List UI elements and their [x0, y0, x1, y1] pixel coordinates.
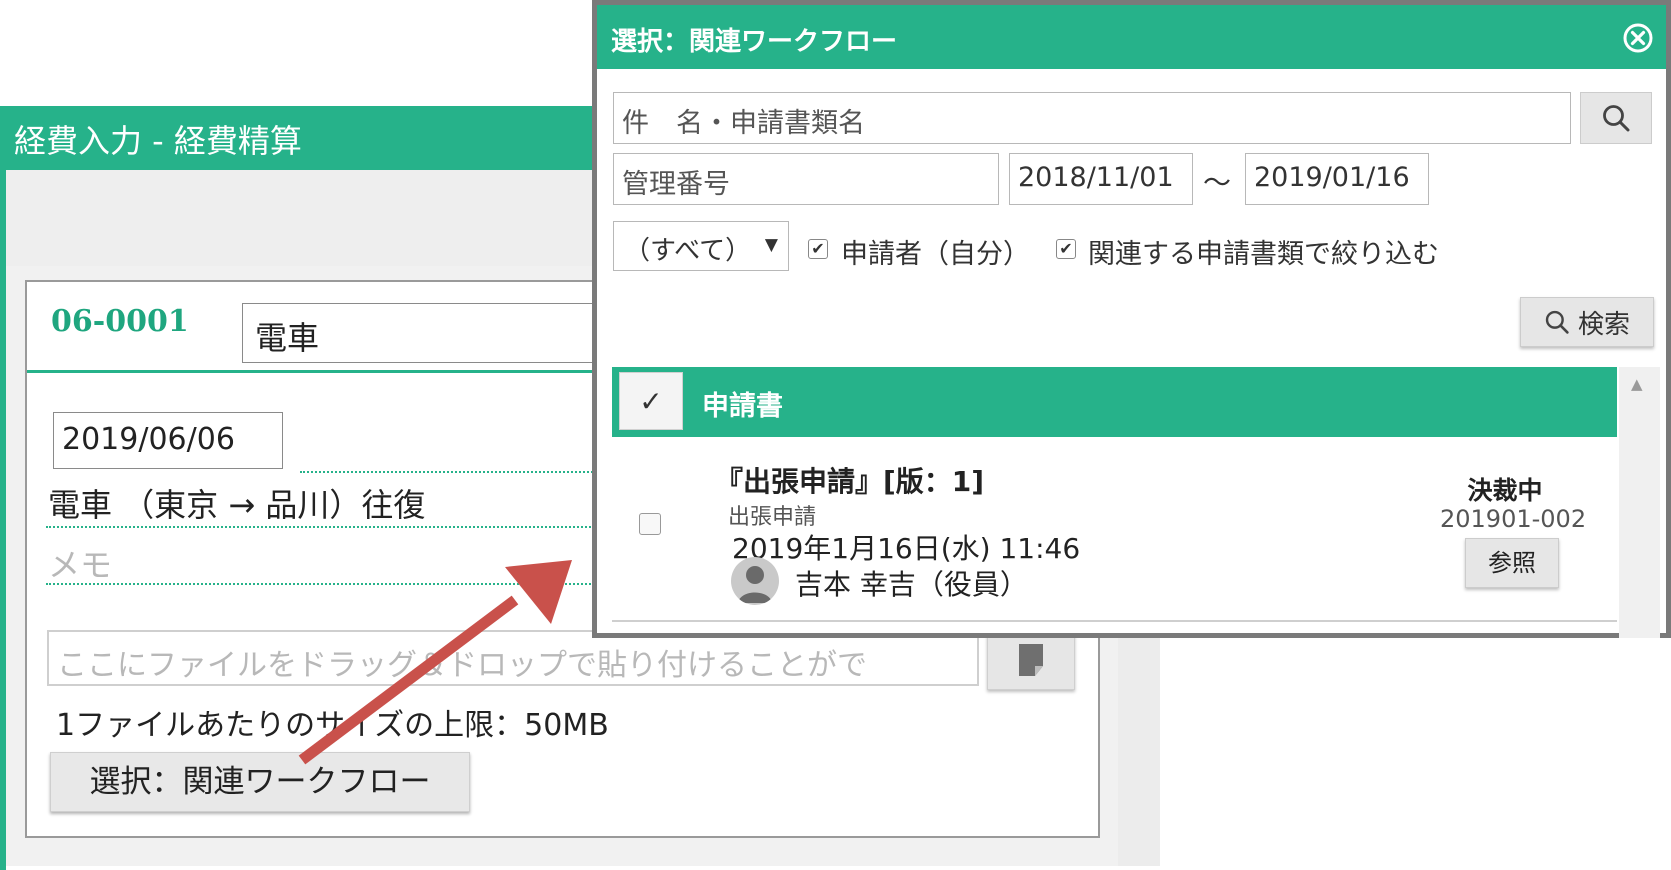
memo-field[interactable]: メモ	[48, 540, 112, 586]
date-to-input[interactable]: 2019/01/16	[1245, 153, 1429, 205]
row-doc-number: 201901-002	[1440, 505, 1587, 533]
memo-dotted-rule	[46, 583, 622, 585]
select-related-workflow-button[interactable]: 選択：関連ワークフロー	[50, 752, 470, 812]
select-all-checkbox[interactable]: ✓	[619, 372, 683, 430]
search-icon	[1603, 105, 1630, 132]
list-scrollbar[interactable]: ▲	[1619, 367, 1660, 638]
view-button[interactable]: 参照	[1465, 538, 1559, 588]
route-text[interactable]: 電車 （東京 → 品川）往復	[48, 480, 425, 526]
type-select[interactable]: （すべて） ▼	[613, 221, 789, 271]
close-icon[interactable]	[1622, 22, 1654, 54]
related-filter-checkbox[interactable]: ✔	[1056, 239, 1076, 259]
scroll-up-icon[interactable]: ▲	[1631, 375, 1643, 393]
search-icon	[1545, 310, 1569, 334]
file-size-limit: 1ファイルあたりのサイズの上限：50MB	[56, 708, 609, 743]
list-header-label: 申請書	[702, 391, 783, 422]
row-title[interactable]: 『出張申請』[版：1]	[715, 460, 984, 500]
attach-file-button[interactable]	[987, 630, 1075, 690]
search-button-label: 検索	[1577, 309, 1630, 340]
dropdown-arrow-icon: ▼	[764, 235, 778, 255]
expense-date-input[interactable]: 2019/06/06	[53, 412, 283, 469]
avatar	[731, 557, 779, 605]
attach-icon	[1019, 644, 1043, 676]
route-dotted-rule	[46, 526, 622, 528]
file-dropzone[interactable]: ここにファイルをドラッグ＆ドロップで貼り付けることがで	[47, 630, 979, 686]
expense-code: 06-0001	[51, 304, 189, 339]
related-workflow-dialog: 選択：関連ワークフロー 件 名・申請書類名 管理番号 2018/11/01 ～ …	[592, 0, 1671, 638]
expense-window-title: 経費入力 - 経費精算	[14, 122, 302, 160]
date-range-separator: ～	[1203, 166, 1232, 199]
window-left-edge	[0, 170, 6, 870]
status-badge: 決裁中	[1467, 476, 1543, 505]
related-filter-label: 関連する申請書類で絞り込む	[1088, 239, 1439, 270]
dialog-titlebar: 選択：関連ワークフロー	[597, 5, 1666, 69]
applicant-self-label: 申請者（自分）	[841, 239, 1030, 270]
subject-search-button[interactable]	[1580, 92, 1652, 144]
row-divider	[612, 620, 1617, 622]
row-user: 吉本 幸吉（役員）	[795, 568, 1028, 601]
expense-name-input[interactable]: 電車	[242, 303, 602, 363]
card-header-rule	[27, 370, 627, 373]
search-button[interactable]: 検索	[1520, 297, 1654, 347]
management-number-input[interactable]: 管理番号	[613, 153, 999, 205]
type-select-value: （すべて）	[624, 236, 752, 266]
row-datetime: 2019年1月16日(水) 11:46	[732, 532, 1081, 565]
row-checkbox[interactable]	[639, 513, 661, 535]
date-from-input[interactable]: 2018/11/01	[1009, 153, 1193, 205]
avatar-icon	[738, 566, 772, 603]
dialog-title: 選択：関連ワークフロー	[611, 27, 898, 57]
applicant-self-checkbox[interactable]: ✔	[808, 239, 828, 259]
subject-search-input[interactable]: 件 名・申請書類名	[613, 92, 1571, 144]
date-dotted-rule	[300, 471, 620, 473]
